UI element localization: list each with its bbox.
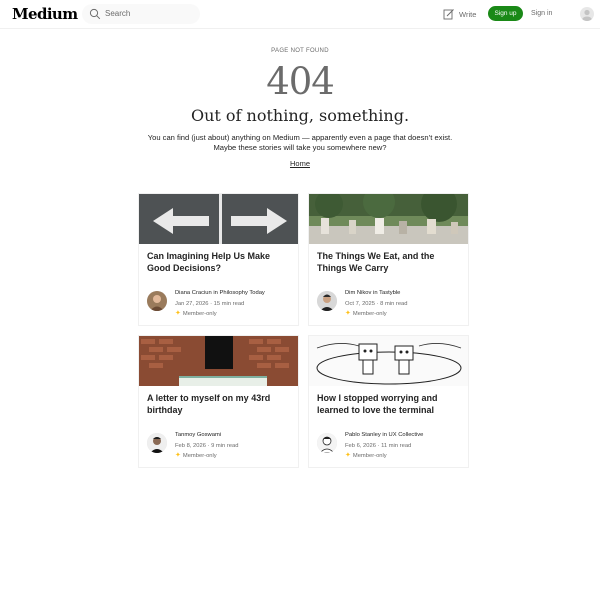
story-thumbnail[interactable] <box>139 194 298 244</box>
user-avatar-icon[interactable] <box>580 7 594 21</box>
author-name[interactable]: Tanmoy Goswami <box>175 432 221 438</box>
star-icon: ✦ <box>345 310 351 317</box>
connector-text: in <box>373 290 378 296</box>
member-only-badge: Member-only <box>182 311 217 317</box>
story-thumbnail[interactable] <box>309 194 468 244</box>
story-thumbnail[interactable] <box>139 336 298 386</box>
search-box[interactable]: Search <box>82 4 200 24</box>
story-meta: Diana Craciun in Philosophy Today Jan 27… <box>175 288 265 320</box>
home-link-row: Home <box>0 159 600 168</box>
story-title[interactable]: A letter to myself on my 43rd birthday <box>147 393 293 416</box>
story-date: Feb 8, 2026 · 9 min read <box>175 442 239 449</box>
search-icon <box>89 8 101 20</box>
author-name[interactable]: Diana Craciun <box>175 290 212 296</box>
publication-name[interactable]: UX Collective <box>389 432 424 438</box>
story-date: Oct 7, 2025 · 8 min read <box>345 300 408 307</box>
story-date: Jan 27, 2026 · 15 min read <box>175 300 245 307</box>
author-name[interactable]: Pablo Stanley <box>345 432 381 438</box>
author-avatar[interactable] <box>317 433 337 453</box>
member-only-badge: Member-only <box>182 453 217 459</box>
member-only-badge: Member-only <box>352 453 387 459</box>
story-card[interactable]: The Things We Eat, and the Things We Car… <box>308 193 469 326</box>
publication-name[interactable]: Philosophy Today <box>220 290 265 296</box>
write-button[interactable]: Write <box>443 7 476 21</box>
author-avatar[interactable] <box>147 291 167 311</box>
description-line-1: You can find (just about) anything on Me… <box>147 133 453 142</box>
author-avatar[interactable] <box>317 291 337 311</box>
story-card[interactable]: A letter to myself on my 43rd birthday T… <box>138 335 299 468</box>
author-avatar[interactable] <box>147 433 167 453</box>
story-card[interactable]: Can Imagining Help Us Make Good Decision… <box>138 193 299 326</box>
author-name[interactable]: Dim Nikov <box>345 290 371 296</box>
star-icon: ✦ <box>345 452 351 459</box>
write-icon <box>443 9 454 20</box>
connector-text: in <box>213 290 218 296</box>
page-headline: Out of nothing, something. <box>190 106 410 125</box>
story-meta: Tanmoy Goswami Feb 8, 2026 · 9 min read … <box>175 430 238 462</box>
medium-logo[interactable]: Medium <box>12 5 78 23</box>
story-thumbnail[interactable] <box>309 336 468 386</box>
connector-text: in <box>382 432 387 438</box>
search-input[interactable]: Search <box>105 9 130 18</box>
member-only-badge: Member-only <box>352 311 387 317</box>
star-icon: ✦ <box>175 310 181 317</box>
description-line-2: Maybe these stories will take you somewh… <box>213 142 387 152</box>
sign-in-link[interactable]: Sign in <box>531 10 552 17</box>
story-date: Feb 6, 2026 · 11 min read <box>345 442 412 449</box>
story-meta: Dim Nikov in Tastyble Oct 7, 2025 · 8 mi… <box>345 288 408 320</box>
page-description: You can find (just about) anything on Me… <box>130 133 470 152</box>
write-label: Write <box>459 9 477 19</box>
story-title[interactable]: Can Imagining Help Us Make Good Decision… <box>147 251 293 274</box>
story-title[interactable]: How I stopped worrying and learned to lo… <box>317 393 463 416</box>
error-code: 404 <box>266 60 335 103</box>
top-nav: Medium Search Write Sign up Sign in <box>0 0 600 29</box>
story-meta: Pablo Stanley in UX Collective Feb 6, 20… <box>345 430 423 462</box>
home-link[interactable]: Home <box>290 159 310 168</box>
story-card[interactable]: How I stopped worrying and learned to lo… <box>308 335 469 468</box>
star-icon: ✦ <box>175 452 181 459</box>
story-title[interactable]: The Things We Eat, and the Things We Car… <box>317 251 463 274</box>
publication-name[interactable]: Tastyble <box>379 290 400 296</box>
sign-up-button[interactable]: Sign up <box>488 6 523 21</box>
page-not-found-label: PAGE NOT FOUND <box>271 48 329 54</box>
